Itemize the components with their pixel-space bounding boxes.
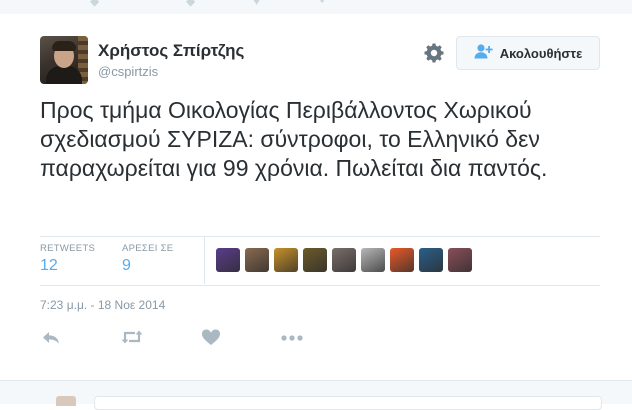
follow-button[interactable]: Ακολουθήστε xyxy=(456,36,600,70)
favoriter-avatar[interactable] xyxy=(303,248,327,272)
stats-divider xyxy=(204,237,205,284)
reply-icon[interactable] xyxy=(40,326,64,348)
favoriter-avatar[interactable] xyxy=(390,248,414,272)
like-icon[interactable] xyxy=(200,326,224,348)
tweet-text: Προς τμήμα Οικολογίας Περιβάλλοντος Χωρι… xyxy=(40,97,548,181)
likes-count: 9 xyxy=(122,257,131,274)
follow-button-label: Ακολουθήστε xyxy=(499,45,583,61)
avatar-body xyxy=(46,66,82,84)
add-user-icon xyxy=(474,43,494,64)
favoriter-avatar[interactable] xyxy=(448,248,472,272)
retweets-label: RETWEETS xyxy=(40,243,96,254)
favoriter-avatar[interactable] xyxy=(216,248,240,272)
favoriter-avatar[interactable] xyxy=(419,248,443,272)
user-username[interactable]: @cspirtzis xyxy=(98,64,158,79)
user-fullname[interactable]: Χρήστος Σπίρτζης xyxy=(98,41,244,61)
favoriter-avatar[interactable] xyxy=(361,248,385,272)
favoriter-avatar[interactable] xyxy=(332,248,356,272)
favoriter-avatar[interactable] xyxy=(274,248,298,272)
retweets-stat[interactable]: RETWEETS 12 xyxy=(40,243,95,275)
faded-icon: ♥ xyxy=(253,0,261,8)
faded-icon: • xyxy=(320,0,325,8)
avatar-hair xyxy=(52,41,76,51)
likes-stat[interactable]: ΑΡΕΣΕΙ ΣΕ 9 xyxy=(122,243,173,275)
likes-label: ΑΡΕΣΕΙ ΣΕ xyxy=(122,243,174,254)
faded-icon: ◆ xyxy=(186,0,196,8)
favoriter-avatar[interactable] xyxy=(245,248,269,272)
reply-avatar xyxy=(56,396,76,406)
retweets-count: 12 xyxy=(40,257,58,274)
previous-tweet-strip: ◆ ◆ ♥ • xyxy=(0,0,632,14)
retweet-icon[interactable] xyxy=(120,326,144,348)
tweet-timestamp[interactable]: 7:23 μ.μ. - 18 Νοε 2014 xyxy=(40,298,165,312)
faded-icon: ◆ xyxy=(90,0,100,8)
reply-input[interactable] xyxy=(94,396,602,410)
tweet-stats: RETWEETS 12 ΑΡΕΣΕΙ ΣΕ 9 xyxy=(40,236,600,286)
more-icon[interactable] xyxy=(280,326,304,348)
favoriters-list xyxy=(216,248,472,272)
user-avatar[interactable] xyxy=(40,36,88,84)
gear-icon[interactable] xyxy=(422,41,446,65)
